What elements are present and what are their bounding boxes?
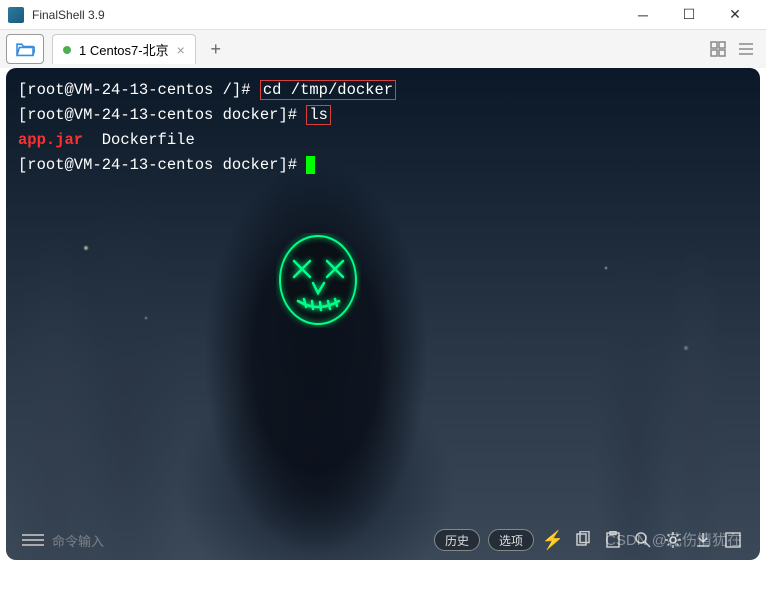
background-mask	[276, 233, 361, 328]
tab-label: 1 Centos7-北京	[79, 40, 169, 59]
list-view-button[interactable]	[732, 35, 760, 63]
maximize-button[interactable]: ☐	[666, 0, 712, 30]
cursor-icon	[306, 156, 315, 174]
gear-icon	[664, 531, 682, 549]
command-ls: ls	[306, 105, 331, 125]
grid-icon	[710, 41, 726, 57]
close-button[interactable]: ✕	[712, 0, 758, 30]
download-button[interactable]	[692, 529, 714, 551]
window-controls: ─ ☐ ✕	[620, 0, 758, 30]
terminal-output: [root@VM-24-13-centos /]# cd /tmp/docker…	[6, 68, 760, 188]
bottom-toolbar: 命令输入 历史 选项 ⚡	[22, 526, 744, 554]
status-dot-icon	[63, 46, 71, 54]
menu-button[interactable]	[22, 529, 44, 551]
options-button[interactable]: 选项	[488, 529, 534, 551]
command-input-placeholder[interactable]: 命令输入	[52, 531, 104, 550]
download-icon	[694, 531, 712, 549]
command-cd: cd /tmp/docker	[260, 80, 396, 100]
search-icon	[634, 531, 652, 549]
file-appjar: app.jar	[18, 131, 83, 149]
list-icon	[738, 41, 754, 57]
tab-close-icon[interactable]: ×	[177, 42, 185, 58]
window-title: FinalShell 3.9	[32, 8, 620, 22]
folder-open-icon	[15, 41, 35, 57]
settings-button[interactable]	[662, 529, 684, 551]
copy-icon	[574, 531, 592, 549]
open-folder-button[interactable]	[6, 34, 44, 64]
fullscreen-button[interactable]	[722, 529, 744, 551]
app-icon	[8, 7, 24, 23]
minimize-button[interactable]: ─	[620, 0, 666, 30]
paste-icon	[604, 531, 622, 549]
new-tab-button[interactable]: +	[202, 35, 230, 63]
bolt-icon[interactable]: ⚡	[542, 529, 564, 551]
fullscreen-icon	[724, 531, 742, 549]
prompt-line-3: [root@VM-24-13-centos docker]#	[18, 156, 297, 174]
tab-active[interactable]: 1 Centos7-北京 ×	[52, 34, 196, 64]
paste-button[interactable]	[602, 529, 624, 551]
history-button[interactable]: 历史	[434, 529, 480, 551]
prompt-line-1: [root@VM-24-13-centos /]#	[18, 81, 251, 99]
prompt-line-2: [root@VM-24-13-centos docker]#	[18, 106, 297, 124]
terminal[interactable]: [root@VM-24-13-centos /]# cd /tmp/docker…	[6, 68, 760, 560]
titlebar: FinalShell 3.9 ─ ☐ ✕	[0, 0, 766, 30]
toolbar: 1 Centos7-北京 × +	[0, 30, 766, 68]
search-button[interactable]	[632, 529, 654, 551]
file-dockerfile: Dockerfile	[102, 131, 195, 149]
copy-button[interactable]	[572, 529, 594, 551]
grid-view-button[interactable]	[704, 35, 732, 63]
